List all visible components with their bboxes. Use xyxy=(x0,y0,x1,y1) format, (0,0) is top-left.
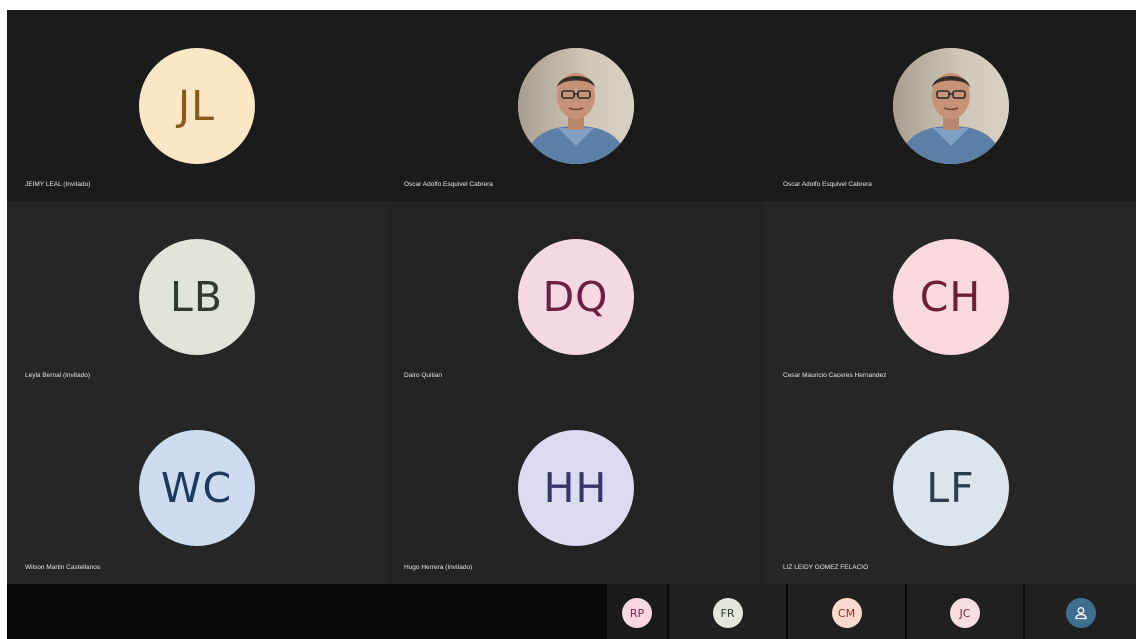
participant-name: JEIMY LEAL (Invitado) xyxy=(25,181,91,188)
participant-tile[interactable]: JL JEIMY LEAL (Invitado) xyxy=(7,10,386,201)
overflow-participant[interactable] xyxy=(1025,584,1136,639)
participant-avatar: HH xyxy=(517,430,634,546)
overflow-participant[interactable]: JC xyxy=(907,584,1023,639)
meeting-stage: JL JEIMY LEAL (Invitado) Oscar Adolfo Es… xyxy=(7,10,1136,639)
participant-name: Hugo Herrera (Invitado) xyxy=(404,564,473,571)
video-feed-image xyxy=(892,48,1009,164)
participant-name: LIZ LEIDY GOMEZ FELACIO xyxy=(783,564,869,571)
participant-name: Dairo Quitian xyxy=(404,372,442,379)
participant-avatar: LF xyxy=(892,430,1009,546)
participant-avatar: JC xyxy=(950,598,980,628)
participant-avatar: RP xyxy=(622,598,652,628)
participant-avatar: CM xyxy=(831,598,862,628)
overflow-participant[interactable]: RP xyxy=(607,584,667,639)
participant-tile[interactable]: Oscar Adolfo Esquivel Cabrera xyxy=(765,10,1136,201)
participant-name: Leyla Bernal (Invitado) xyxy=(25,372,91,379)
participant-name: Oscar Adolfo Esquivel Cabrera xyxy=(404,181,493,188)
participant-avatar: WC xyxy=(138,430,255,546)
overflow-participant[interactable]: CM xyxy=(788,584,905,639)
participant-name: Oscar Adolfo Esquivel Cabrera xyxy=(783,181,872,188)
video-feed-image xyxy=(517,48,634,164)
participant-avatar xyxy=(1065,598,1096,628)
participant-tile[interactable]: Oscar Adolfo Esquivel Cabrera xyxy=(386,10,765,201)
participant-avatar: LB xyxy=(138,239,255,355)
participant-tile[interactable]: WC Wilson Martin Castellanos xyxy=(7,392,386,584)
participant-avatar: FR xyxy=(712,598,743,628)
participant-video xyxy=(892,48,1009,164)
participant-name: Wilson Martin Castellanos xyxy=(25,564,101,571)
person-icon xyxy=(1074,607,1087,620)
overflow-participants-bar: RP FR CM JC xyxy=(7,584,1136,639)
participant-name: Cesar Mauricio Caceres Hernandez xyxy=(783,372,887,379)
participant-tile[interactable]: HH Hugo Herrera (Invitado) xyxy=(386,392,765,584)
video-grid: JL JEIMY LEAL (Invitado) Oscar Adolfo Es… xyxy=(7,10,1136,584)
participant-tile[interactable]: LB Leyla Bernal (Invitado) xyxy=(7,201,386,392)
participant-tile[interactable]: CH Cesar Mauricio Caceres Hernandez xyxy=(765,201,1136,392)
participant-avatar: DQ xyxy=(517,239,634,355)
participant-avatar: CH xyxy=(892,239,1009,355)
participant-avatar: JL xyxy=(138,48,255,164)
participant-tile[interactable]: LF LIZ LEIDY GOMEZ FELACIO xyxy=(765,392,1136,584)
participant-tile[interactable]: DQ Dairo Quitian xyxy=(386,201,765,392)
participant-video xyxy=(517,48,634,164)
overflow-participant[interactable]: FR xyxy=(669,584,786,639)
